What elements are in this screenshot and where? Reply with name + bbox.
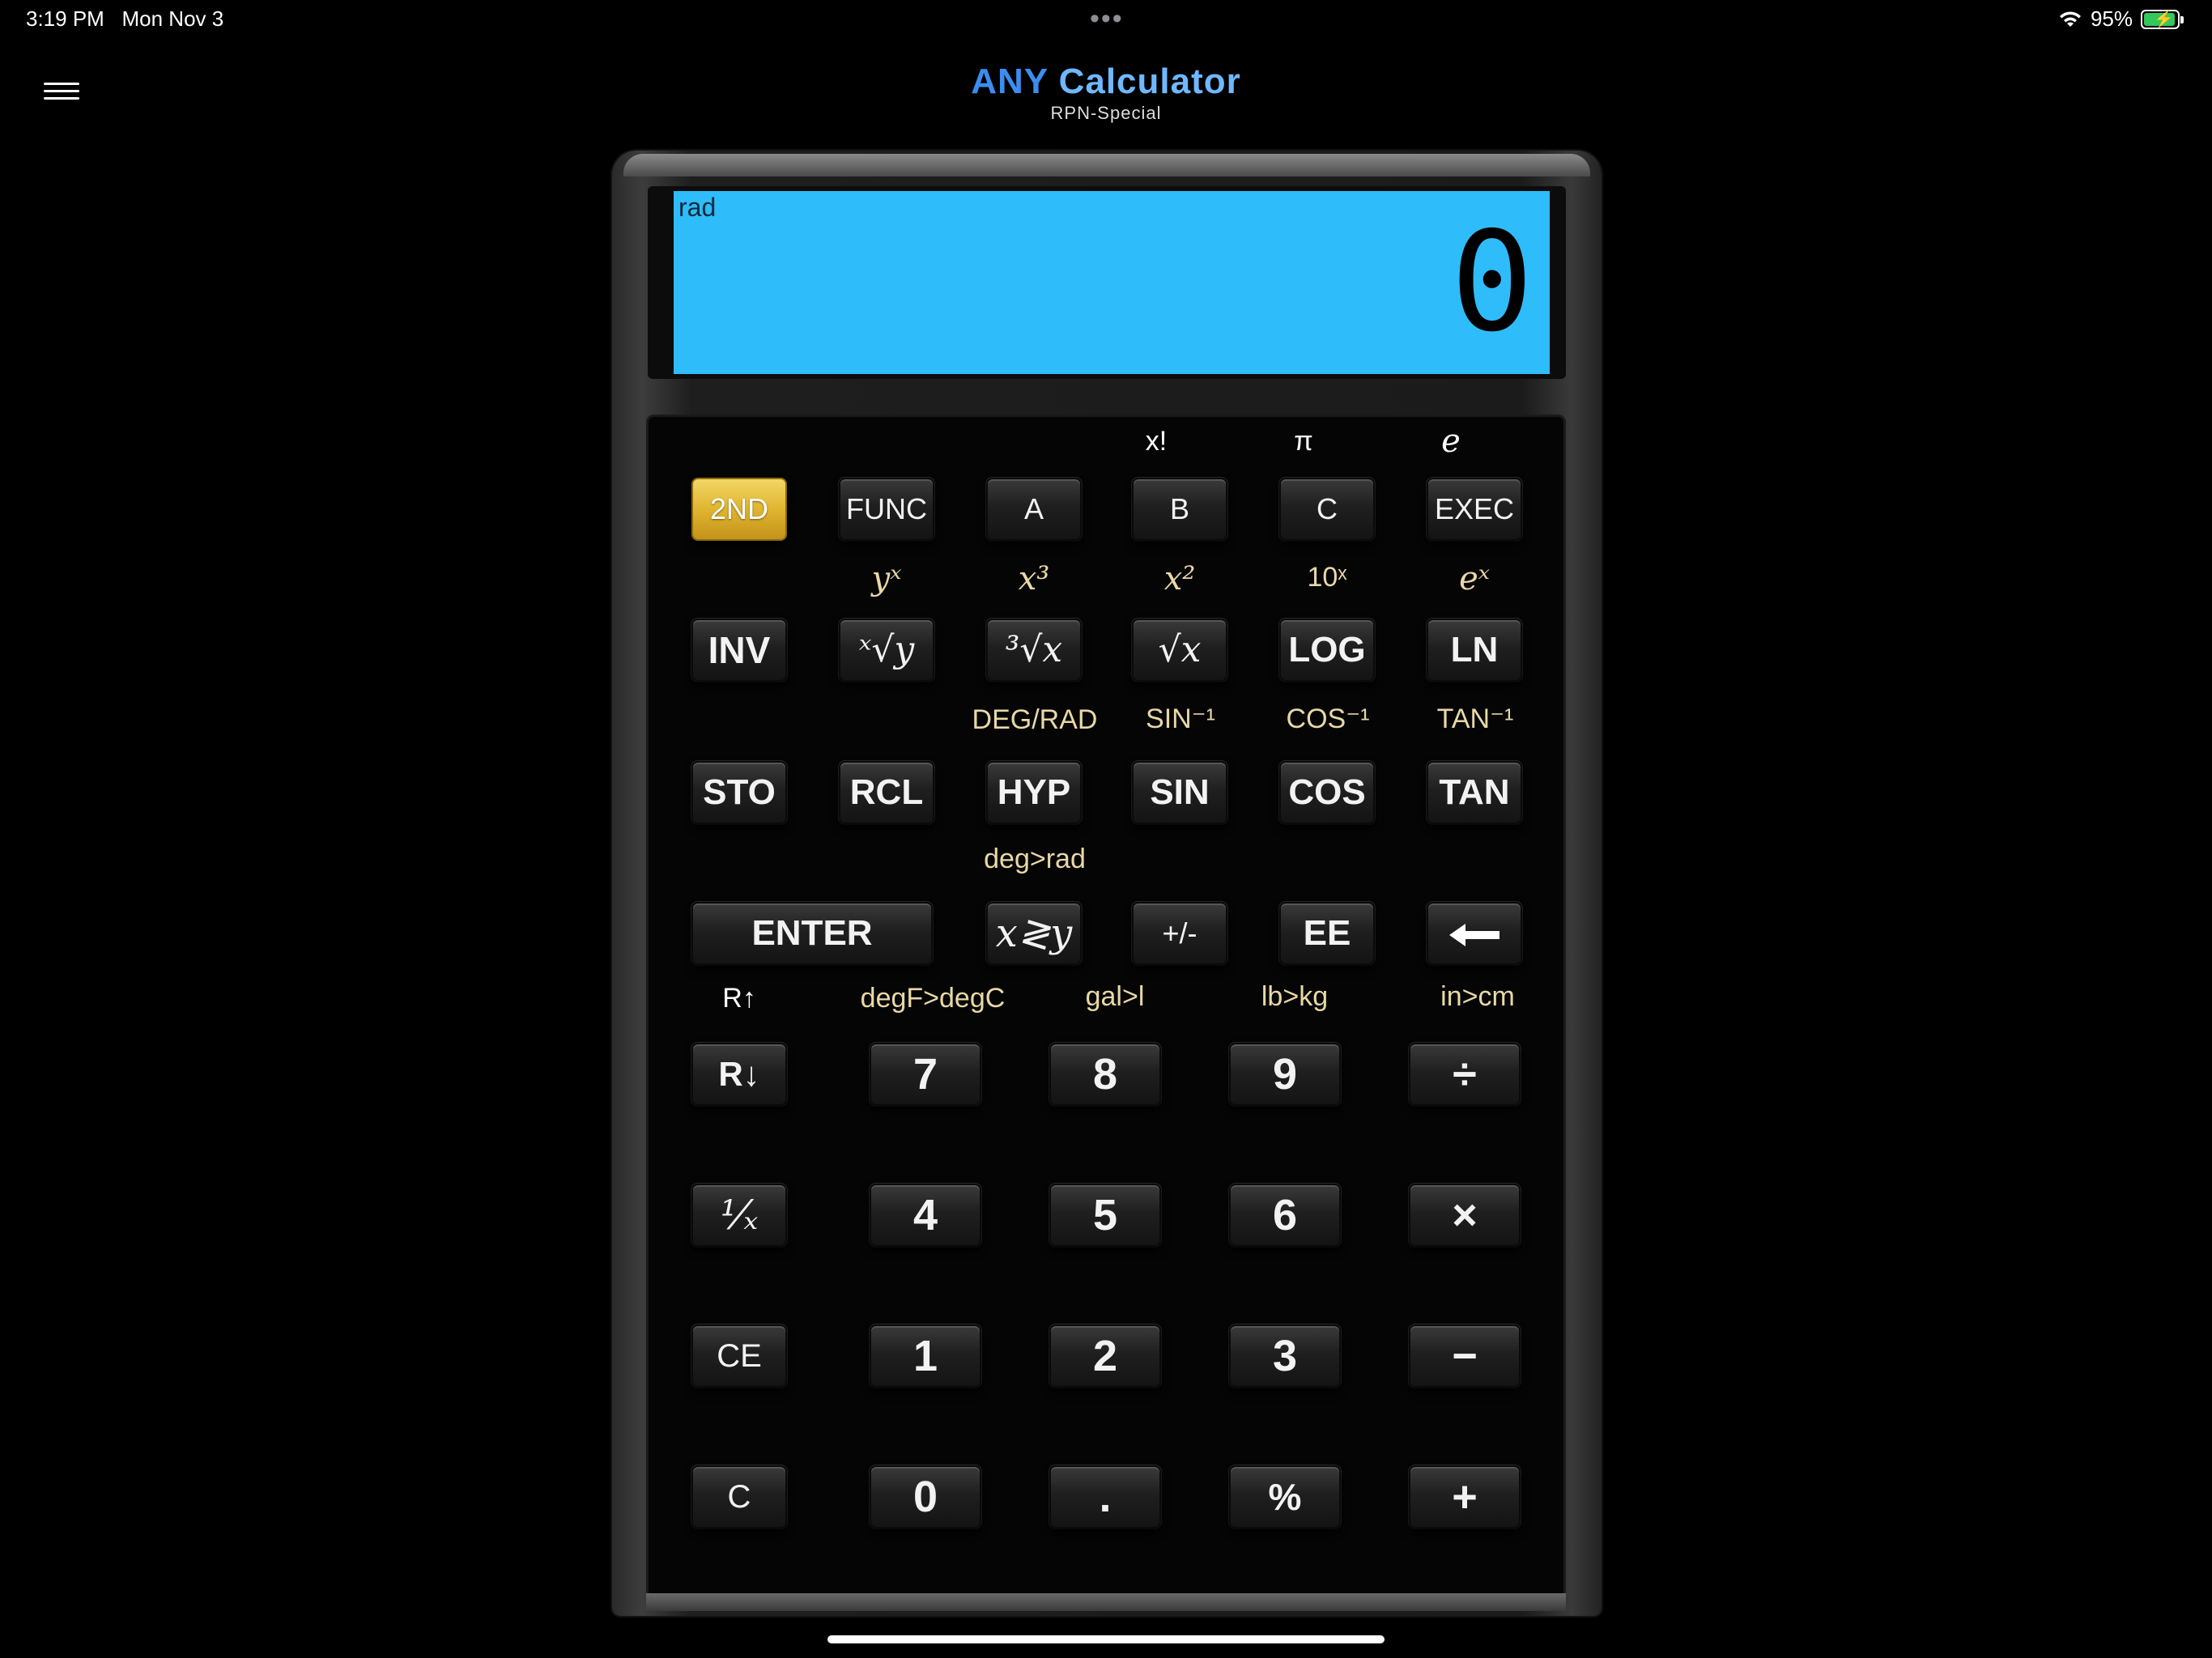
digit-0-button[interactable]: 0 — [870, 1465, 981, 1528]
status-time: 3:19 PM Mon Nov 3 — [26, 6, 224, 31]
secondary-label-asin: SIN⁻¹ — [1146, 704, 1215, 734]
digit-3-button[interactable]: 3 — [1229, 1324, 1341, 1388]
secondary-label-factorial: x! — [1145, 426, 1168, 457]
secondary-label-gal-to-l: gal>l — [1085, 981, 1145, 1012]
secondary-label-x-cubed: x³ — [1018, 560, 1050, 597]
calculator-body: rad 0 x! π e 2ND FUNC A B C EXEC yˣ x³ x… — [612, 151, 1602, 1616]
digit-7-button[interactable]: 7 — [870, 1043, 981, 1106]
c-memory-button[interactable]: C — [1279, 478, 1375, 541]
digit-5-button[interactable]: 5 — [1049, 1184, 1161, 1247]
secondary-label-e: e — [1441, 423, 1461, 460]
wifi-icon — [2059, 11, 2081, 27]
rcl-button[interactable]: RCL — [839, 761, 934, 824]
inv-button[interactable]: INV — [691, 619, 787, 682]
app-title: ANY Calculator — [971, 62, 1241, 101]
display-value: 0 — [1450, 202, 1534, 363]
swap-x-y-button[interactable]: x≷y — [986, 902, 1082, 965]
secondary-label-lb-to-kg: lb>kg — [1261, 981, 1329, 1012]
digit-2-button[interactable]: 2 — [1049, 1324, 1161, 1388]
change-sign-button[interactable]: +/- — [1132, 902, 1227, 965]
secondary-label-deg-rad: DEG/RAD — [972, 704, 1098, 735]
ee-button[interactable]: EE — [1279, 902, 1375, 965]
lcd-display: rad 0 — [674, 191, 1550, 374]
secondary-label-ten-pow-x: 10ˣ — [1307, 562, 1347, 593]
roll-down-button[interactable]: R↓ — [691, 1043, 787, 1106]
digit-6-button[interactable]: 6 — [1229, 1184, 1341, 1247]
secondary-label-in-to-cm: in>cm — [1440, 981, 1515, 1012]
secondary-label-e-pow-x: eˣ — [1459, 560, 1490, 597]
multiply-button[interactable]: × — [1409, 1184, 1521, 1247]
cube-root-button[interactable]: ³√x — [986, 619, 1082, 682]
battery-percent: 95% — [2090, 6, 2133, 31]
percent-button[interactable]: % — [1229, 1465, 1341, 1528]
func-button[interactable]: FUNC — [839, 478, 934, 541]
keypad: x! π e 2ND FUNC A B C EXEC yˣ x³ x² 10ˣ … — [646, 414, 1566, 1603]
sto-button[interactable]: STO — [691, 761, 787, 824]
a-button[interactable]: A — [986, 478, 1082, 541]
cos-button[interactable]: COS — [1279, 761, 1375, 824]
secondary-label-pi: π — [1294, 426, 1313, 457]
digit-8-button[interactable]: 8 — [1049, 1043, 1161, 1106]
backspace-button[interactable] — [1427, 902, 1522, 965]
exec-button[interactable]: EXEC — [1427, 478, 1522, 541]
b-button[interactable]: B — [1132, 478, 1227, 541]
multitasking-dots[interactable]: ••• — [1090, 3, 1124, 35]
backspace-arrow-icon — [1449, 924, 1499, 947]
second-function-button[interactable]: 2ND — [691, 478, 787, 541]
secondary-label-roll-up: R↑ — [722, 983, 756, 1014]
tan-button[interactable]: TAN — [1427, 761, 1522, 824]
digit-1-button[interactable]: 1 — [870, 1324, 981, 1388]
log-button[interactable]: LOG — [1279, 619, 1375, 682]
display-bezel: rad 0 — [648, 186, 1566, 379]
home-indicator[interactable] — [827, 1635, 1385, 1643]
secondary-label-f-to-c: degF>degC — [860, 983, 1006, 1014]
x-root-y-button[interactable]: ˣ√y — [839, 619, 934, 682]
clear-entry-button[interactable]: CE — [691, 1324, 787, 1388]
secondary-label-y-pow-x: yˣ — [871, 560, 902, 597]
ln-button[interactable]: LN — [1427, 619, 1522, 682]
enter-button[interactable]: ENTER — [691, 902, 933, 965]
digit-4-button[interactable]: 4 — [870, 1184, 981, 1247]
divide-button[interactable]: ÷ — [1409, 1043, 1521, 1106]
digit-9-button[interactable]: 9 — [1229, 1043, 1341, 1106]
square-root-button[interactable]: √x — [1132, 619, 1227, 682]
clear-button[interactable]: C — [691, 1465, 787, 1528]
battery-icon: ⚡ — [2141, 9, 2184, 29]
reciprocal-button[interactable]: ¹⁄ₓ — [691, 1184, 787, 1247]
add-button[interactable]: + — [1409, 1465, 1521, 1528]
decimal-point-button[interactable]: . — [1049, 1465, 1161, 1528]
secondary-label-deg-to-rad: deg>rad — [984, 844, 1086, 874]
status-indicators: 95% ⚡ — [2058, 6, 2184, 32]
secondary-label-atan: TAN⁻¹ — [1436, 704, 1514, 734]
subtract-button[interactable]: − — [1409, 1324, 1521, 1388]
secondary-label-acos: COS⁻¹ — [1286, 704, 1370, 734]
angle-mode-indicator: rad — [678, 193, 717, 222]
hyp-button[interactable]: HYP — [986, 761, 1082, 824]
app-subtitle: RPN-Special — [1050, 103, 1162, 123]
sin-button[interactable]: SIN — [1132, 761, 1227, 824]
secondary-label-x-squared: x² — [1163, 560, 1196, 597]
